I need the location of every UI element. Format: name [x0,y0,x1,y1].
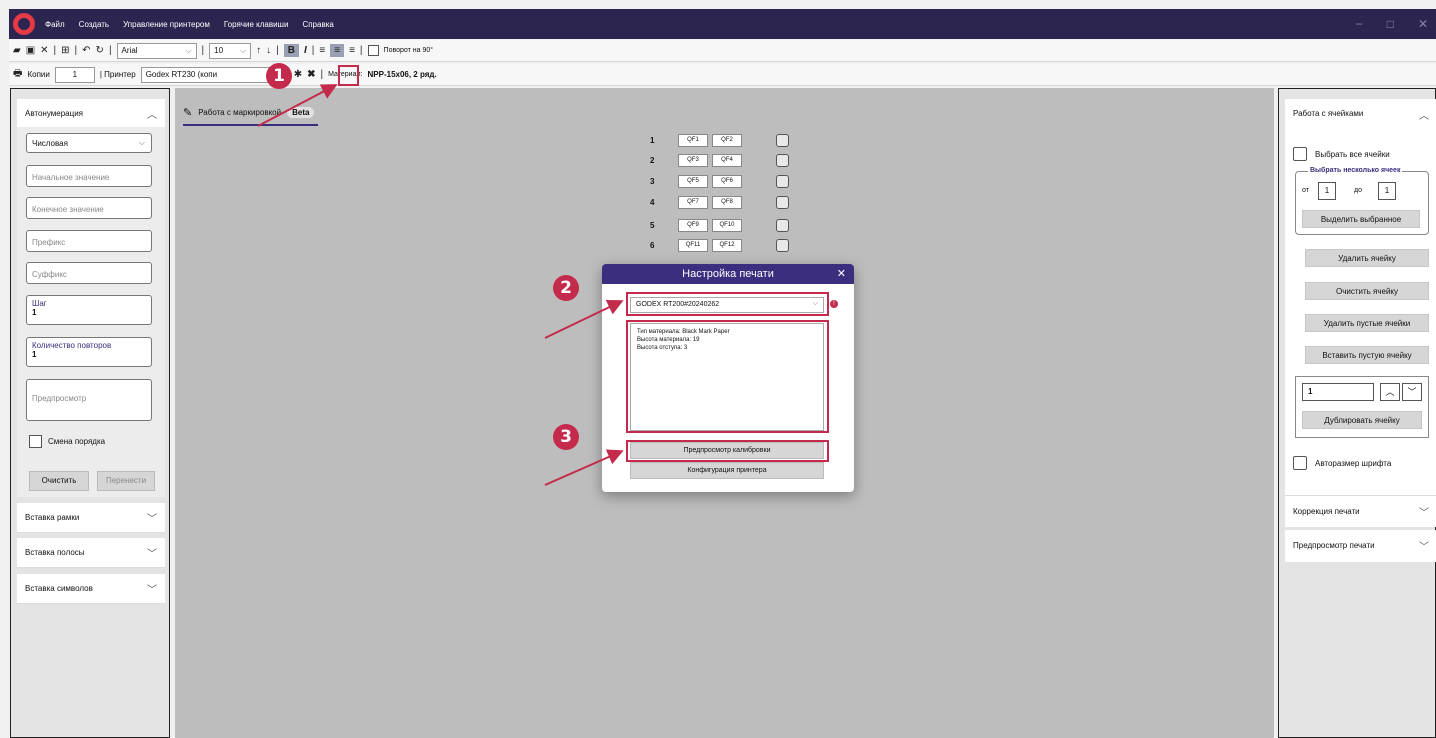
chevron-up-icon[interactable]: ︿ [1419,107,1429,122]
correction-title: Коррекция печати [1293,507,1360,516]
arrow-1 [257,84,338,127]
select-multi-group: Выбрать несколько ячеек от 1 до 1 Выдели… [1295,167,1429,235]
autosize-label: Авторазмер шрифта [1315,458,1392,468]
select-all-checkbox[interactable] [1293,147,1307,161]
select-all-label: Выбрать все ячейки [1315,149,1390,159]
arrow-2 [544,299,624,339]
autosize-checkbox[interactable] [1293,456,1307,470]
from-input[interactable]: 1 [1318,182,1336,200]
to-input[interactable]: 1 [1378,182,1396,200]
arrow-3 [544,449,624,486]
decrement-icon[interactable]: ﹀ [1402,383,1422,401]
annotation-arrows [257,84,624,486]
chevron-down-icon: ﹀ [1419,542,1429,553]
autosize-row[interactable]: Авторазмер шрифта [1293,456,1391,470]
delete-empty-button[interactable]: Удалить пустые ячейки [1305,314,1429,332]
correction-header[interactable]: Коррекция печати ﹀ [1285,495,1436,527]
duplicate-group: 1 ︿ ﹀ Дублировать ячейку [1295,376,1429,438]
right-panel: Работа с ячейками ︿ Выбрать все ячейки В… [1278,88,1436,738]
insert-empty-button[interactable]: Вставить пустую ячейку [1305,346,1429,364]
to-label: до [1354,187,1362,194]
duplicate-cell-button[interactable]: Дублировать ячейку [1302,411,1422,429]
select-all-row[interactable]: Выбрать все ячейки [1293,147,1390,161]
select-multi-title: Выбрать несколько ячеек [1308,167,1403,174]
chevron-down-icon: ﹀ [1419,508,1429,519]
clear-cell-button[interactable]: Очистить ячейку [1305,282,1429,300]
increment-icon[interactable]: ︿ [1380,383,1400,401]
cells-section: Работа с ячейками ︿ Выбрать все ячейки В… [1285,99,1436,499]
cells-title: Работа с ячейками [1293,109,1364,118]
from-label: от [1302,187,1309,194]
delete-cell-button[interactable]: Удалить ячейку [1305,249,1429,267]
print-preview-title: Предпросмотр печати [1293,541,1375,550]
duplicate-count-input[interactable]: 1 [1302,383,1374,401]
highlight-selected-button[interactable]: Выделить выбранное [1302,210,1420,228]
print-preview-header[interactable]: Предпросмотр печати ﹀ [1285,530,1436,562]
